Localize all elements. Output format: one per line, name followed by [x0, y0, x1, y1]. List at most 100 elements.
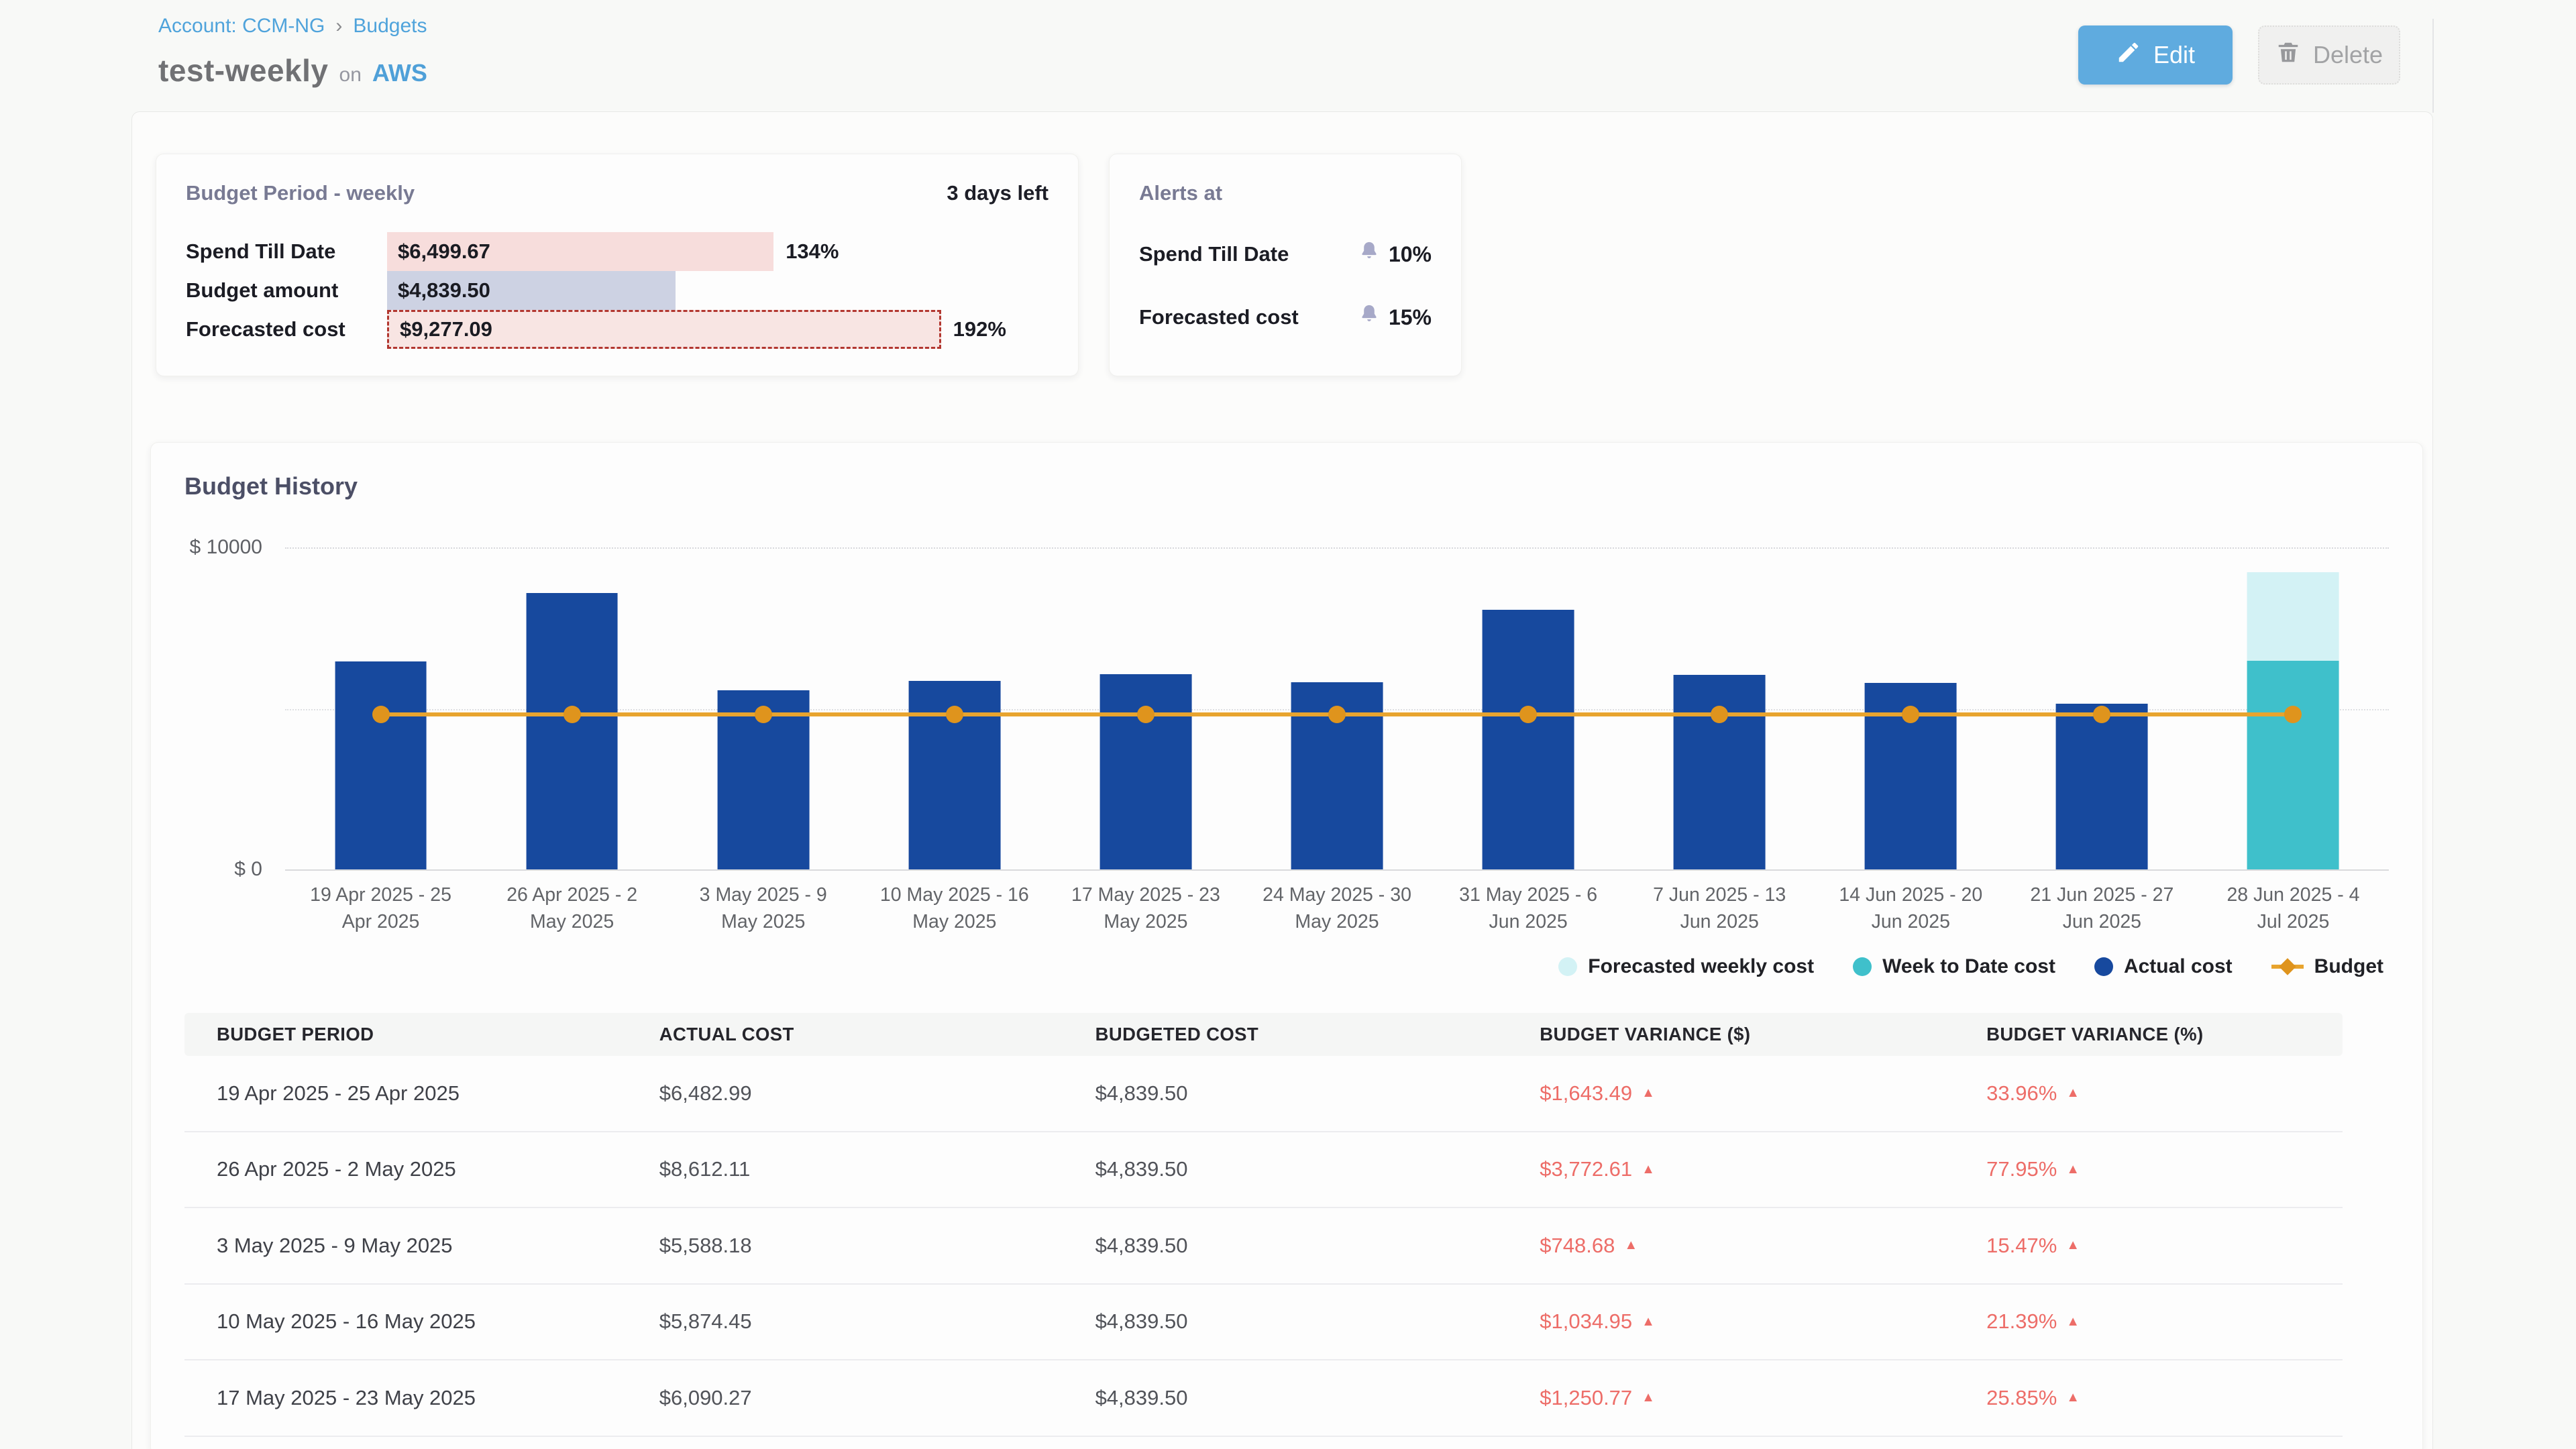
- column-header-4[interactable]: BUDGET VARIANCE (%): [1986, 1024, 2343, 1045]
- table-body: 19 Apr 2025 - 25 Apr 2025$6,482.99$4,839…: [184, 1056, 2343, 1437]
- stat-label: Forecasted cost: [186, 317, 387, 341]
- cell-budget-variance-usd: $1,643.49▲: [1540, 1081, 1986, 1106]
- alerts-card: Alerts at Spend Till Date10%Forecasted c…: [1109, 154, 1462, 376]
- legend-item-2[interactable]: Actual cost: [2094, 955, 2233, 978]
- cell-actual-cost: $5,874.45: [659, 1309, 1095, 1334]
- page-header: Account: CCM-NG › Budgets test-weekly on…: [0, 0, 2576, 111]
- x-axis-label-1: 26 Apr 2025 - 2 May 2025: [476, 881, 667, 935]
- delete-button-label: Delete: [2313, 41, 2383, 69]
- x-axis-baseline: [285, 869, 2389, 871]
- actual-cost-bar[interactable]: [526, 593, 618, 869]
- edit-button-label: Edit: [2153, 41, 2195, 69]
- arrow-up-icon: ▲: [2066, 1314, 2080, 1330]
- chevron-right-icon: ›: [335, 15, 342, 38]
- arrow-up-icon: ▲: [1642, 1390, 1655, 1405]
- legend-item-1[interactable]: Week to Date cost: [1853, 955, 2055, 978]
- actual-cost-bar[interactable]: [1674, 675, 1766, 869]
- x-axis-labels: 19 Apr 2025 - 25 Apr 202526 Apr 2025 - 2…: [285, 881, 2389, 935]
- x-axis-label-9: 21 Jun 2025 - 27 Jun 2025: [2006, 881, 2198, 935]
- arrow-up-icon: ▲: [2066, 1162, 2080, 1177]
- column-header-1[interactable]: ACTUAL COST: [659, 1024, 1095, 1045]
- trash-icon: [2275, 40, 2301, 71]
- cell-budget-period: 26 Apr 2025 - 2 May 2025: [184, 1157, 659, 1181]
- x-axis-label-0: 19 Apr 2025 - 25 Apr 2025: [285, 881, 476, 935]
- variance-value: $748.68: [1540, 1234, 1615, 1258]
- x-axis-label-7: 7 Jun 2025 - 13 Jun 2025: [1624, 881, 1815, 935]
- legend-item-0[interactable]: Forecasted weekly cost: [1558, 955, 1814, 978]
- title-row: test-weekly on AWS: [158, 52, 427, 89]
- cell-budget-period: 3 May 2025 - 9 May 2025: [184, 1234, 659, 1258]
- cell-budget-variance-usd: $1,034.95▲: [1540, 1309, 1986, 1334]
- stat-row-0: Spend Till Date$6,499.67134%: [186, 232, 1049, 271]
- actual-cost-bar[interactable]: [2056, 704, 2148, 869]
- budget-point-marker: [755, 706, 772, 723]
- x-axis-label-5: 24 May 2025 - 30 May 2025: [1241, 881, 1432, 935]
- cell-budgeted-cost: $4,839.50: [1095, 1081, 1540, 1106]
- arrow-up-icon: ▲: [1642, 1314, 1655, 1330]
- budget-period-title: Budget Period - weekly: [186, 181, 415, 205]
- column-header-2[interactable]: BUDGETED COST: [1095, 1024, 1540, 1045]
- budget-point-marker: [1519, 706, 1537, 723]
- legend-label: Budget: [2314, 955, 2383, 978]
- legend-dot-icon: [1853, 957, 1872, 976]
- pencil-icon: [2116, 40, 2141, 71]
- cell-actual-cost: $6,482.99: [659, 1081, 1095, 1106]
- stat-label: Budget amount: [186, 278, 387, 303]
- breadcrumb-account-link[interactable]: Account: CCM-NG: [158, 15, 325, 38]
- cell-budget-variance-pct: 77.95%▲: [1986, 1157, 2343, 1181]
- y-axis-min-label: $ 0: [234, 858, 262, 881]
- plot-area: [285, 547, 2389, 869]
- delete-button[interactable]: Delete: [2258, 25, 2400, 85]
- actual-cost-bar[interactable]: [1483, 610, 1574, 869]
- variance-value: $1,643.49: [1540, 1081, 1632, 1106]
- forecasted-weekly-bar[interactable]: [2247, 572, 2339, 661]
- budget-point-marker: [2093, 706, 2110, 723]
- table-row: 26 Apr 2025 - 2 May 2025$8,612.11$4,839.…: [184, 1132, 2343, 1209]
- chart-legend: Forecasted weekly cost Week to Date cost A…: [184, 955, 2389, 978]
- week-to-date-bar[interactable]: [2247, 661, 2339, 869]
- alert-rows: Spend Till Date10%Forecasted cost15%: [1139, 240, 1432, 331]
- arrow-up-icon: ▲: [1642, 1162, 1655, 1177]
- stat-bar-forecast: $9,277.09: [387, 310, 941, 349]
- edit-button[interactable]: Edit: [2078, 25, 2233, 85]
- cell-budget-variance-usd: $3,772.61 ▲: [1540, 1157, 1986, 1181]
- header-actions: Edit Delete: [2078, 25, 2400, 85]
- budget-point-marker: [372, 706, 390, 723]
- alert-threshold: 10%: [1358, 240, 1432, 268]
- budget-point-marker: [1137, 706, 1155, 723]
- cell-actual-cost: $5,588.18: [659, 1234, 1095, 1258]
- table-row: 10 May 2025 - 16 May 2025$5,874.45$4,839…: [184, 1285, 2343, 1361]
- budget-history-title: Budget History: [184, 472, 2389, 500]
- cell-budget-variance-pct: 15.47%▲: [1986, 1234, 2343, 1258]
- table-row: 3 May 2025 - 9 May 2025$5,588.18$4,839.5…: [184, 1208, 2343, 1285]
- cell-budget-variance-usd: $1,250.77▲: [1540, 1386, 1986, 1410]
- y-axis: $ 10000 $ 0: [184, 547, 285, 869]
- variance-value: $3,772.61: [1540, 1157, 1632, 1181]
- days-left-label: 3 days left: [947, 181, 1049, 205]
- stat-bar-lavender: $4,839.50: [387, 271, 676, 310]
- arrow-up-icon: ▲: [2066, 1390, 2080, 1405]
- cloud-provider-label: AWS: [372, 59, 427, 87]
- column-header-0[interactable]: BUDGET PERIOD: [184, 1024, 659, 1045]
- bell-icon: [1358, 303, 1381, 331]
- column-header-3[interactable]: BUDGET VARIANCE ($): [1540, 1024, 1986, 1045]
- x-axis-label-3: 10 May 2025 - 16 May 2025: [859, 881, 1050, 935]
- stat-percent: 192%: [953, 317, 1006, 341]
- actual-cost-bar[interactable]: [335, 661, 427, 869]
- cell-budget-period: 10 May 2025 - 16 May 2025: [184, 1309, 659, 1334]
- cell-budget-period: 17 May 2025 - 23 May 2025: [184, 1386, 659, 1410]
- budget-period-card: Budget Period - weekly 3 days left Spend…: [156, 154, 1079, 376]
- stat-row-2: Forecasted cost$9,277.09 192%: [186, 310, 1049, 349]
- legend-item-3[interactable]: Budget: [2271, 955, 2383, 978]
- breadcrumb: Account: CCM-NG › Budgets: [158, 15, 427, 38]
- legend-dot-icon: [2094, 957, 2113, 976]
- cell-budget-variance-usd: $748.68▲: [1540, 1234, 1986, 1258]
- x-axis-label-4: 17 May 2025 - 23 May 2025: [1050, 881, 1241, 935]
- legend-budget-line-icon: [2271, 957, 2304, 976]
- alert-threshold: 15%: [1358, 303, 1432, 331]
- actual-cost-bar[interactable]: [1100, 674, 1192, 869]
- breadcrumb-budgets-link[interactable]: Budgets: [353, 15, 427, 38]
- cell-budget-variance-pct: 21.39%▲: [1986, 1309, 2343, 1334]
- stat-bar-pink: $6,499.67: [387, 232, 773, 271]
- budget-period-stats: Spend Till Date$6,499.67134% Budget amoun…: [186, 232, 1049, 349]
